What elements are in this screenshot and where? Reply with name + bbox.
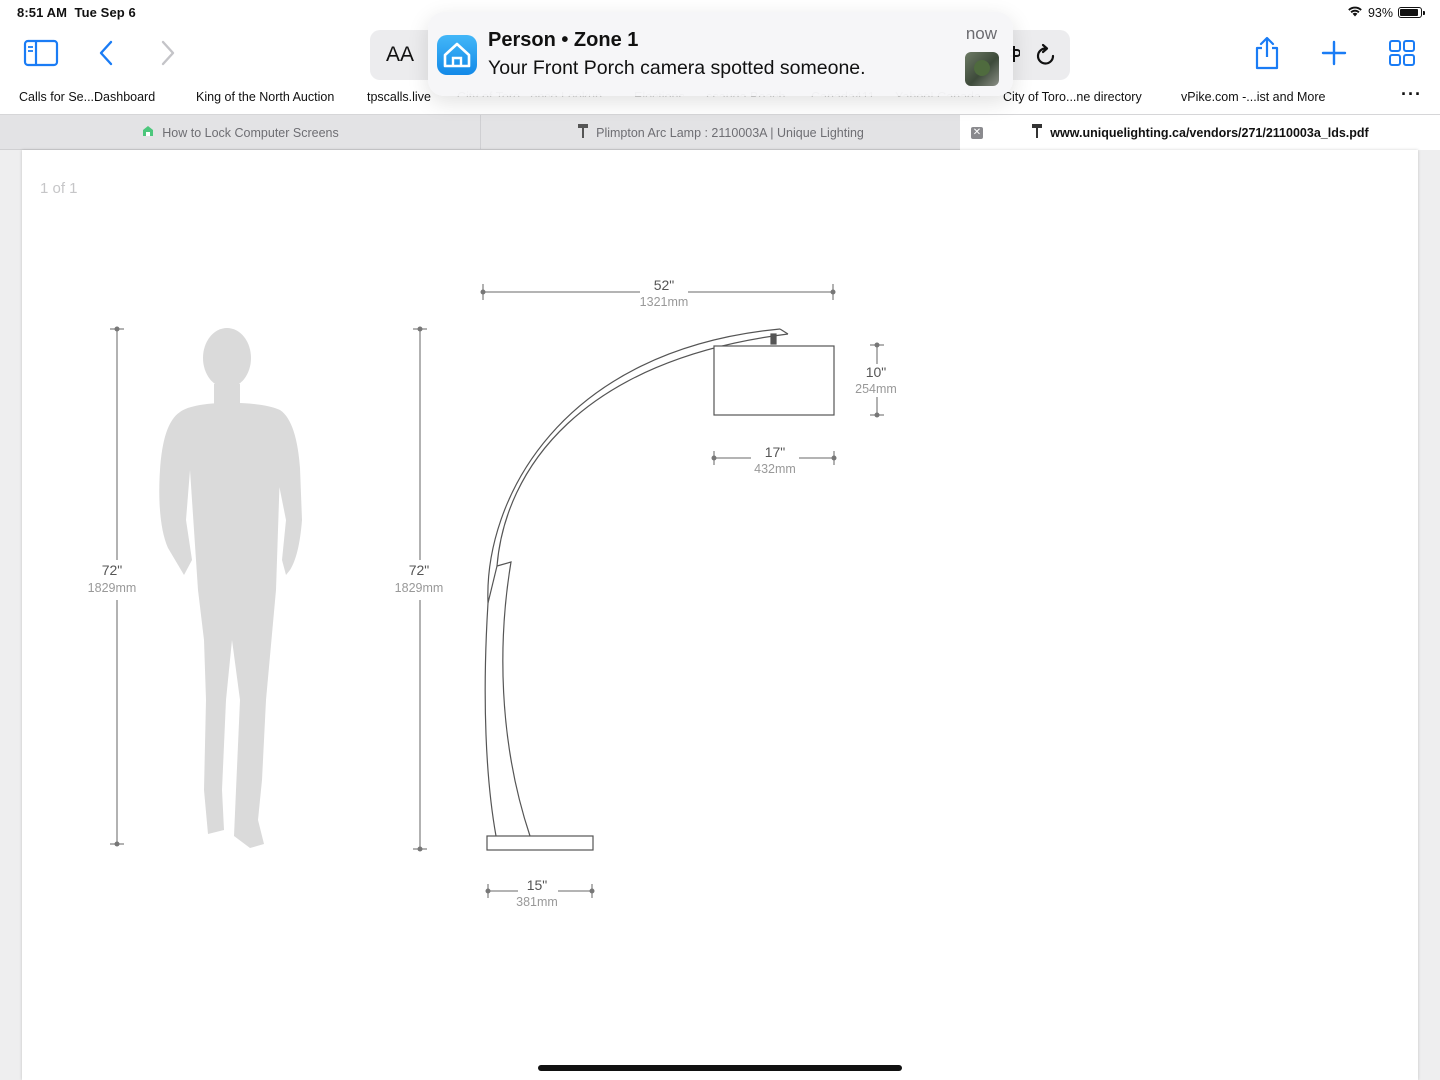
notification-banner[interactable]: Person • Zone 1 Your Front Porch camera … bbox=[428, 12, 1013, 96]
person-height-label: 72" bbox=[102, 562, 123, 578]
home-app-icon bbox=[437, 35, 477, 75]
shade-height-label: 10" bbox=[866, 364, 887, 380]
notification-title: Person • Zone 1 bbox=[488, 29, 639, 51]
camera-snapshot-thumbnail bbox=[965, 52, 999, 86]
lamp-height-label: 72" bbox=[409, 562, 430, 578]
lamp-reach-label: 52" bbox=[654, 277, 675, 293]
home-indicator bbox=[538, 1065, 902, 1071]
shade-height-mm-label: 254mm bbox=[855, 382, 897, 396]
lamp-height-mm-label: 1829mm bbox=[395, 581, 444, 595]
shade-height-dimension bbox=[870, 342, 884, 418]
notification-time: now bbox=[965, 24, 997, 43]
dimension-drawing: 72" 1829mm 72" 1829mm 52" 1321mm 10" 254… bbox=[88, 277, 897, 909]
person-silhouette bbox=[159, 328, 302, 848]
arc-lamp-drawing bbox=[484, 328, 835, 851]
base-width-mm-label: 381mm bbox=[516, 895, 558, 909]
notification-body: Your Front Porch camera spotted someone. bbox=[488, 57, 866, 79]
person-height-mm-label: 1829mm bbox=[88, 581, 137, 595]
shade-width-label: 17" bbox=[765, 444, 786, 460]
base-width-label: 15" bbox=[527, 877, 548, 893]
shade-width-mm-label: 432mm bbox=[754, 462, 796, 476]
lamp-reach-mm-label: 1321mm bbox=[640, 295, 689, 309]
